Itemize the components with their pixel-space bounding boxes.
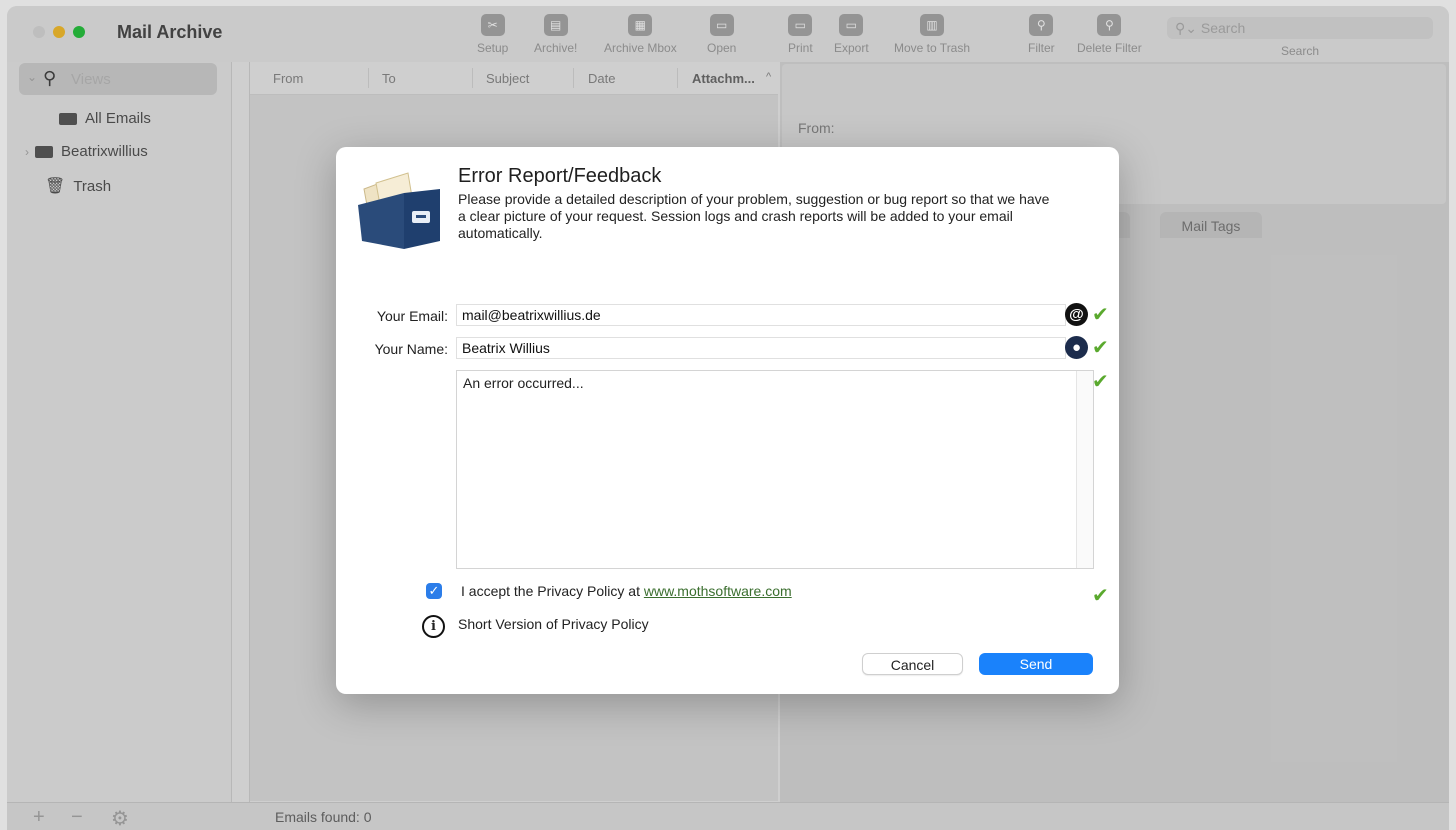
privacy-accept-checkbox[interactable]: ✓: [426, 583, 442, 599]
message-textarea[interactable]: An error occurred...: [456, 370, 1094, 569]
checkmark-icon: ✔: [1092, 304, 1109, 326]
privacy-policy-link[interactable]: www.mothsoftware.com: [644, 583, 792, 599]
error-report-dialog: Error Report/Feedback Please provide a d…: [336, 147, 1119, 694]
message-text: An error occurred...: [463, 375, 584, 391]
email-label: Your Email:: [376, 308, 448, 324]
privacy-accept-label: I accept the Privacy Policy at www.moths…: [461, 583, 792, 599]
person-icon: ●: [1065, 336, 1088, 359]
privacy-accept-text: I accept the Privacy Policy at: [461, 583, 644, 599]
dialog-description: Please provide a detailed description of…: [458, 191, 1050, 241]
at-sign-icon: @: [1065, 303, 1088, 326]
dialog-title: Error Report/Feedback: [458, 165, 662, 187]
checkmark-icon: ✔: [1092, 585, 1109, 607]
textarea-scrollbar[interactable]: [1076, 371, 1093, 568]
info-icon[interactable]: i: [422, 615, 445, 638]
email-field[interactable]: mail@beatrixwillius.de: [456, 304, 1066, 326]
name-label: Your Name:: [374, 341, 448, 357]
checkmark-icon: ✔: [1092, 337, 1109, 359]
file-box-icon: [358, 172, 440, 249]
send-button[interactable]: Send: [979, 653, 1093, 675]
short-privacy-policy-link[interactable]: Short Version of Privacy Policy: [458, 616, 649, 632]
cancel-button[interactable]: Cancel: [862, 653, 963, 675]
name-field[interactable]: Beatrix Willius: [456, 337, 1066, 359]
checkmark-icon: ✔: [1092, 371, 1109, 393]
